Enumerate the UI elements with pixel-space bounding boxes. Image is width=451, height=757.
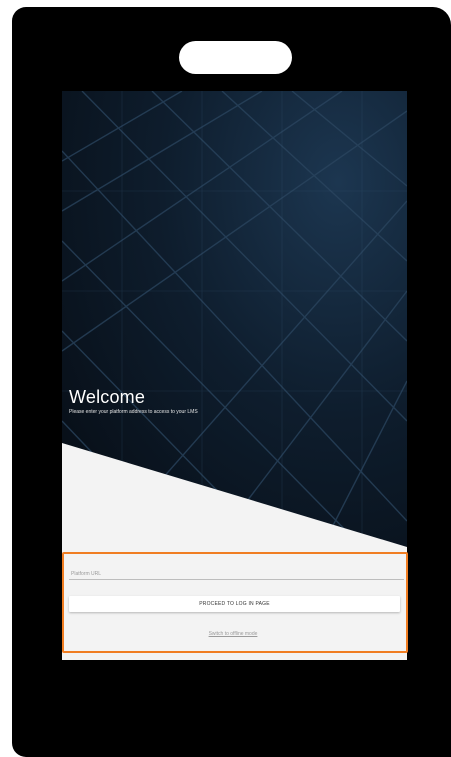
login-form-highlight: PROCEED TO LOG IN PAGE Switch to offline… [62, 552, 408, 653]
switch-offline-mode-link[interactable]: Switch to offline mode [64, 631, 402, 637]
phone-notch [179, 41, 292, 74]
welcome-title: Welcome [69, 387, 146, 407]
platform-url-input[interactable] [69, 568, 404, 580]
white-diagonal-overlay [62, 443, 407, 547]
hero-background: Welcome Please enter your platform addre… [62, 91, 407, 547]
proceed-to-login-button[interactable]: PROCEED TO LOG IN PAGE [69, 596, 400, 612]
welcome-subtitle: Please enter your platform address to ac… [69, 409, 198, 415]
